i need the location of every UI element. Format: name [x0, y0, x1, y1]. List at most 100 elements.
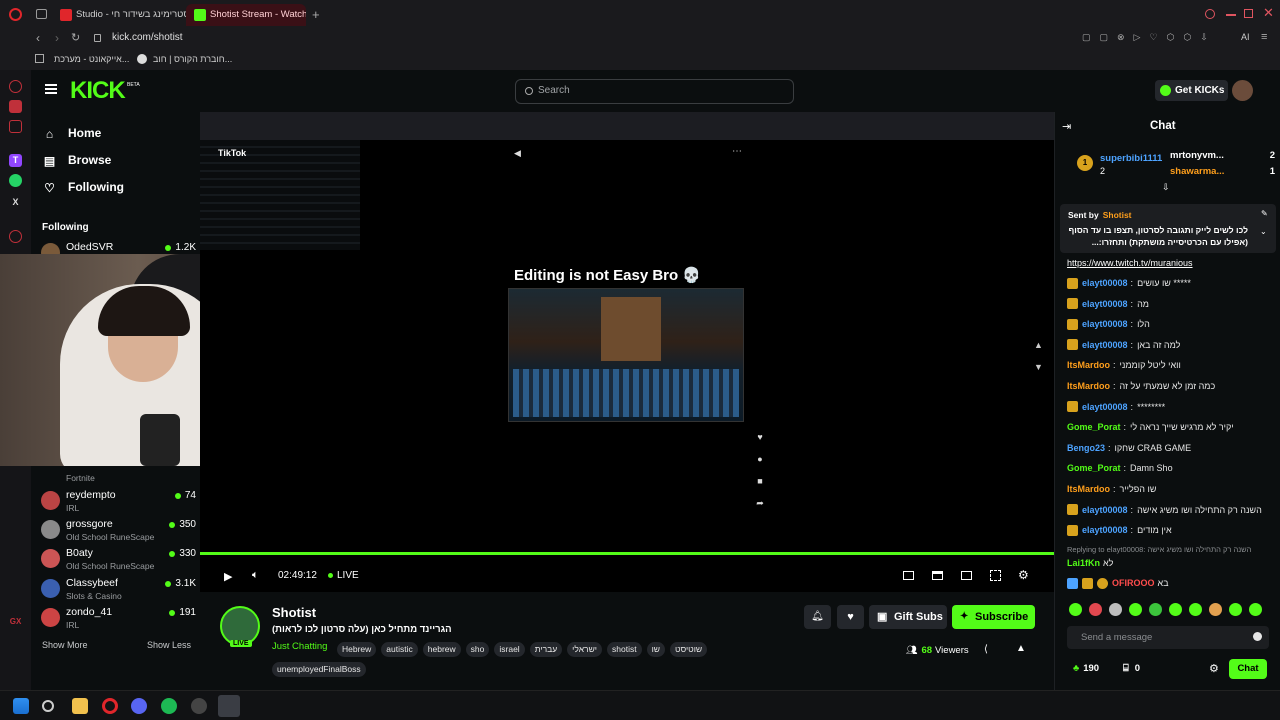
bookmark-item[interactable]: חוברת הקורס | חוב...	[153, 54, 232, 64]
show-less-link[interactable]: Show Less	[147, 640, 191, 650]
spotify-icon[interactable]	[161, 698, 177, 714]
tag[interactable]: עברית	[529, 642, 563, 657]
chat-username[interactable]: elayt00008	[1082, 340, 1128, 350]
chat-message[interactable]: Gome_Porat: יקיר לא מרגיש שייך נראה לי	[1067, 419, 1272, 435]
opera-logo-icon[interactable]	[9, 8, 22, 21]
workspace-icon[interactable]	[36, 9, 47, 19]
share-icon[interactable]: ⟨	[984, 644, 988, 655]
sub-balance[interactable]: ⌸ 0	[1123, 663, 1140, 674]
emote-icon[interactable]	[1089, 603, 1102, 616]
get-kicks-button[interactable]: Get KICKs	[1155, 80, 1228, 101]
chat-message[interactable]: elayt00008: ********	[1067, 399, 1272, 415]
kicks-balance[interactable]: ♣ 190	[1073, 663, 1099, 674]
send-chat-button[interactable]: Chat	[1229, 659, 1267, 679]
follow-button[interactable]: ♥	[837, 605, 864, 629]
bookmark-item[interactable]: אייקאונט - מערכת...	[54, 54, 129, 64]
new-tab-button[interactable]: +	[312, 7, 320, 22]
progress-bar[interactable]	[200, 552, 1054, 555]
collapse-chat-icon[interactable]: ⇥	[1062, 120, 1071, 133]
maximize-icon[interactable]	[1244, 9, 1253, 18]
pinned-message[interactable]: Sent by Shotist ✎ לכו לשים לייק ותגובה ל…	[1060, 204, 1276, 253]
windows-start-icon[interactable]	[13, 698, 29, 714]
tag[interactable]: שוטיסט	[670, 642, 708, 657]
emote-icon[interactable]	[1229, 603, 1242, 616]
discord-icon[interactable]	[131, 698, 147, 714]
streamer-name[interactable]: Shotist	[272, 605, 316, 620]
reload-icon[interactable]: ↻	[71, 31, 80, 44]
whatsapp-icon[interactable]	[9, 174, 22, 187]
followed-channel[interactable]: reydempto IRL 74	[41, 489, 196, 517]
chat-message[interactable]: elayt00008: למה זה באן	[1067, 337, 1272, 353]
search-icon[interactable]	[42, 700, 54, 712]
chat-link[interactable]: https://www.twitch.tv/muranious	[1067, 258, 1193, 268]
tag[interactable]: israel	[494, 642, 525, 657]
bookmarks-panel-icon[interactable]	[35, 54, 44, 63]
emote-icon[interactable]	[1169, 603, 1182, 616]
chat-message[interactable]: ItsMardoo: וואי ליטל קוממני	[1067, 357, 1272, 373]
chat-message[interactable]: Lai1fKn לא	[1067, 555, 1272, 571]
report-icon[interactable]: ▲	[1016, 643, 1026, 654]
tag[interactable]: unemployedFinalBoss	[272, 662, 366, 677]
tag[interactable]: hebrew	[422, 642, 461, 657]
chat-message[interactable]: elayt00008: שו עושים *****	[1067, 275, 1272, 291]
chat-settings-icon[interactable]: ⚙	[1209, 662, 1219, 675]
pin-icon[interactable]: ✎	[1261, 209, 1268, 218]
chat-message[interactable]: Gome_Porat: Damn Sho	[1067, 460, 1272, 476]
history-icon[interactable]	[9, 230, 22, 243]
chat-message[interactable]: Bengo23: שחקו CRAB GAME	[1067, 440, 1272, 456]
emoji-icon[interactable]	[1253, 632, 1262, 641]
expand-gifters-icon[interactable]: ⇩	[1162, 182, 1170, 193]
chat-message[interactable]: elayt00008: מה	[1067, 296, 1272, 312]
emote-icon[interactable]	[1189, 603, 1202, 616]
scroll-up-icon[interactable]: ▲	[1034, 340, 1043, 350]
aria-icon[interactable]	[9, 80, 22, 93]
search-input[interactable]: Search	[538, 85, 570, 96]
avatar[interactable]	[1232, 80, 1253, 101]
url-text[interactable]: kick.com/shotist	[112, 32, 183, 43]
emote-icon[interactable]	[1149, 603, 1162, 616]
emote-icon[interactable]	[1109, 603, 1122, 616]
kick-logo[interactable]: KICK	[70, 77, 126, 105]
nav-home[interactable]: ⌂ Home	[43, 124, 101, 142]
followed-channel[interactable]: Classybeef Slots & Casino 3.1K	[41, 577, 196, 605]
chat-username[interactable]: elayt00008	[1082, 505, 1128, 515]
app-icon[interactable]	[191, 698, 207, 714]
emote-icon[interactable]	[1069, 603, 1082, 616]
scroll-down-icon[interactable]: ▼	[1034, 362, 1043, 372]
show-more-link[interactable]: Show More	[42, 640, 88, 650]
hamburger-menu-icon[interactable]	[45, 84, 57, 94]
x-icon[interactable]: X	[9, 196, 22, 209]
chat-message[interactable]: elayt00008: הלו	[1067, 316, 1272, 332]
settings-icon[interactable]: GX	[9, 615, 22, 628]
chat-username[interactable]: ItsMardoo	[1067, 484, 1110, 494]
live-indicator[interactable]: LIVE	[328, 570, 359, 581]
chat-username[interactable]: ItsMardoo	[1067, 360, 1110, 370]
top-gifter[interactable]: shawarma... 1	[1170, 166, 1275, 177]
pip-icon[interactable]	[903, 571, 914, 580]
followed-channel[interactable]: zondo_41 IRL 191	[41, 606, 196, 634]
theater-mode-icon[interactable]	[961, 571, 972, 580]
chevron-down-icon[interactable]: ⌄	[1260, 227, 1267, 236]
file-explorer-icon[interactable]	[72, 698, 88, 714]
chat-username[interactable]: Bengo23	[1067, 443, 1105, 453]
chat-username[interactable]: elayt00008	[1082, 525, 1128, 535]
nav-browse[interactable]: ▤ Browse	[43, 151, 112, 169]
back-icon[interactable]: ‹	[36, 31, 40, 45]
tag[interactable]: sho	[465, 642, 490, 657]
search-bar[interactable]: Search	[515, 79, 794, 104]
chat-message[interactable]: OFIROOO בא	[1067, 575, 1272, 591]
chat-username[interactable]: elayt00008	[1082, 299, 1128, 309]
chat-message[interactable]: elayt00008: השנה רק התחילה ושו משיג אישה	[1067, 502, 1272, 518]
gift-subs-button[interactable]: ▣ Gift Subs	[869, 605, 947, 629]
nav-following[interactable]: ♡ Following	[43, 178, 124, 196]
search-tabs-icon[interactable]	[1205, 9, 1215, 19]
volume-icon[interactable]: 🔈︎	[252, 569, 259, 582]
category-link[interactable]: Just Chatting	[272, 641, 327, 652]
tab-studio[interactable]: Studio - סטרימינג בשידור חי	[52, 4, 186, 26]
chat-message[interactable]: ItsMardoo: כמה זמן לא שמעתי על זה	[1067, 378, 1272, 394]
steam-icon[interactable]	[218, 695, 240, 717]
chat-message[interactable]: elayt00008: אין מודים	[1067, 522, 1272, 538]
fullscreen-icon[interactable]	[990, 570, 1001, 581]
ai-label[interactable]: AI	[1241, 32, 1250, 42]
tag[interactable]: שו	[646, 642, 666, 657]
